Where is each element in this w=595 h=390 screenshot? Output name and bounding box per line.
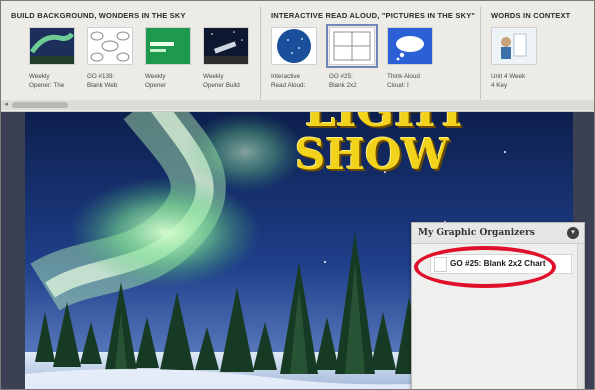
resource-card[interactable]: GO #139: Blank Web <box>87 27 135 90</box>
panel-header: My Graphic Organizers ▾ <box>412 223 584 244</box>
caption-line1: Weekly <box>145 73 166 80</box>
resource-card[interactable]: Unit 4 Week 4 Key <box>491 27 539 90</box>
graphic-organizer-item-label: GO #25: Blank 2x2 Chart <box>450 259 546 268</box>
panel-scrollbar[interactable] <box>577 244 584 389</box>
resource-card[interactable]: Weekly Opener Build <box>203 27 251 90</box>
book-title-line2: SHOW <box>295 130 449 179</box>
caption-line1: Weekly <box>29 73 50 80</box>
section-words-in-context: WORDS IN CONTEXT Unit 4 Week 4 Key <box>481 1 594 101</box>
strip-scrollbar[interactable]: ◂ <box>1 100 594 110</box>
section-title: WORDS IN CONTEXT <box>491 11 571 20</box>
scroll-thumb[interactable] <box>12 102 68 108</box>
grid-thumb[interactable] <box>326 24 378 68</box>
resource-strip: BUILD BACKGROUND, WONDERS IN THE SKY Wee… <box>1 1 594 112</box>
caption-line2: Opener <box>145 81 167 89</box>
chevron-down-icon[interactable]: ▾ <box>567 227 579 239</box>
caption-line1: Think Aloud <box>387 73 420 80</box>
caption-line2: 4 Key <box>491 81 508 89</box>
green-slide-thumb[interactable] <box>145 27 191 65</box>
lab-thumb[interactable] <box>491 27 537 65</box>
caption-line1: Interactive <box>271 73 301 80</box>
screenshot-frame: BUILD BACKGROUND, WONDERS IN THE SKY Wee… <box>0 0 595 390</box>
caption-line2: Blank Web <box>87 81 118 89</box>
section-title: BUILD BACKGROUND, WONDERS IN THE SKY <box>11 11 186 20</box>
caption-line2: Opener: The <box>29 81 65 89</box>
resource-card[interactable]: Interactive Read Aloud: <box>271 27 319 90</box>
document-icon <box>434 257 447 272</box>
starmap-thumb[interactable] <box>271 27 317 65</box>
caption-line2: Opener Build <box>203 81 240 89</box>
caption-line1: GO #25: <box>329 73 353 80</box>
section-build-background: BUILD BACKGROUND, WONDERS IN THE SKY Wee… <box>1 1 259 101</box>
caption-line2: Blank 2x2 <box>329 81 357 89</box>
aurora-thumb[interactable] <box>29 27 75 65</box>
section-interactive-read-aloud: INTERACTIVE READ ALOUD, "PICTURES IN THE… <box>261 1 479 101</box>
viewer-left-margin <box>1 112 25 389</box>
section-title: INTERACTIVE READ ALOUD, "PICTURES IN THE… <box>271 11 476 20</box>
resource-card[interactable]: GO #25: Blank 2x2 <box>326 24 378 90</box>
caption-line2: Read Aloud: <box>271 81 306 89</box>
panel-title: My Graphic Organizers <box>418 228 535 238</box>
caption-line1: Weekly <box>203 73 224 80</box>
graphic-organizer-item[interactable]: GO #25: Blank 2x2 Chart <box>430 254 572 274</box>
resource-card[interactable]: Weekly Opener <box>145 27 193 90</box>
caption-line2: Cloud: I <box>387 81 409 89</box>
telescope-thumb[interactable] <box>203 27 249 65</box>
scroll-left-icon[interactable]: ◂ <box>2 101 10 109</box>
resource-card[interactable]: Think Aloud Cloud: I <box>387 27 435 90</box>
resource-card[interactable]: Weekly Opener: The <box>29 27 77 90</box>
graphic-organizers-panel: My Graphic Organizers ▾ GO #25: Blank 2x… <box>411 222 585 389</box>
caption-line1: Unit 4 Week <box>491 73 526 80</box>
cloud-thumb[interactable] <box>387 27 433 65</box>
caption-line1: GO #139: <box>87 73 115 80</box>
web-thumb[interactable] <box>87 27 133 65</box>
